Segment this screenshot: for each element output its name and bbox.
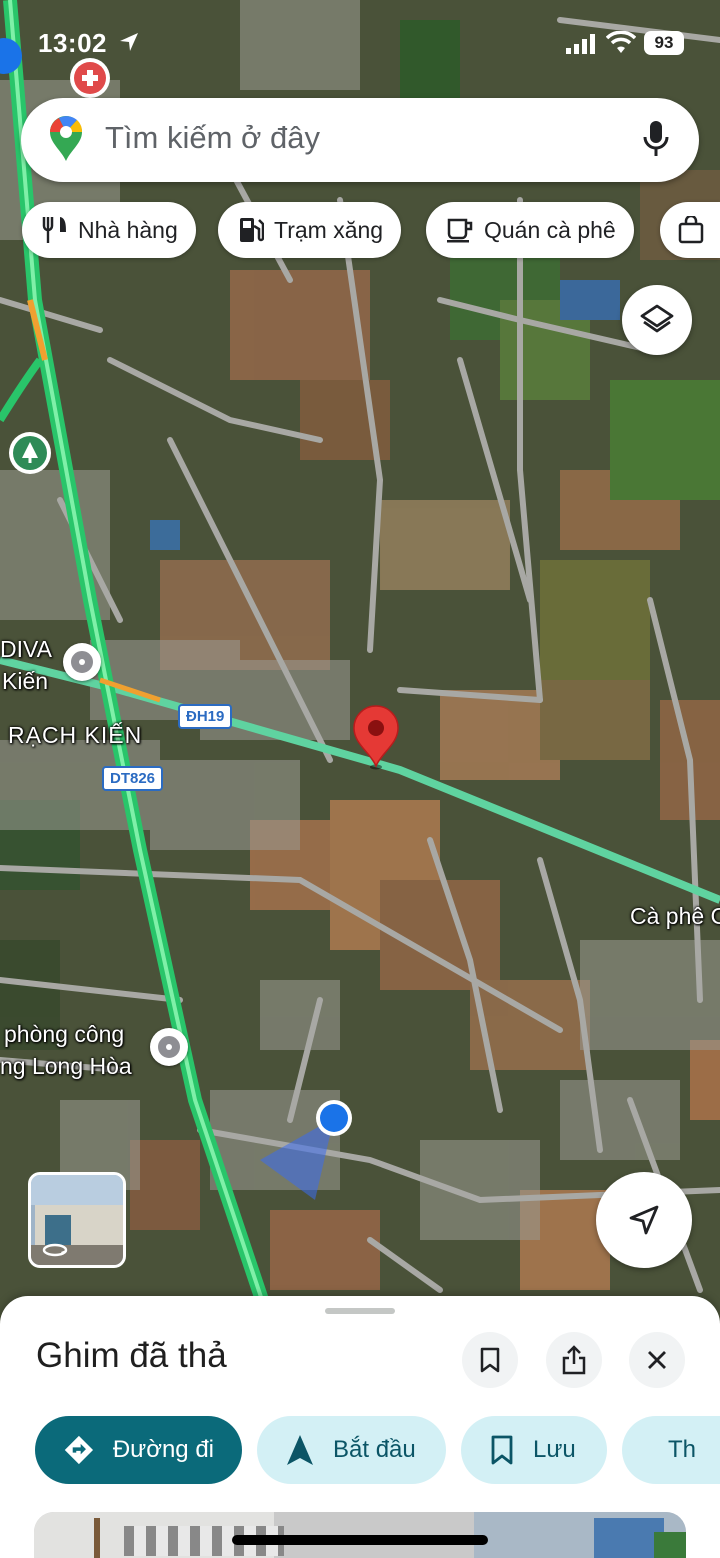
map-label-kien[interactable]: Kiến [2,668,48,695]
search-bar[interactable]: Tìm kiếm ở đây [21,98,699,182]
more-action-label: Th [668,1436,697,1463]
close-button[interactable] [629,1332,685,1388]
directions-label: Đường đi [112,1436,214,1463]
bookmark-icon [480,1347,500,1373]
close-icon [648,1351,666,1369]
more-action-button[interactable]: Th [622,1416,720,1484]
microphone-icon[interactable] [643,120,669,158]
location-arrow-icon [120,33,138,51]
navigation-arrow-icon [287,1435,313,1465]
bookmark-icon [491,1435,513,1465]
status-time: 13:02 [38,28,107,58]
chip-gas-stations[interactable]: Trạm xăng [218,202,402,258]
map-label-long-hoa[interactable]: ng Long Hòa [0,1053,132,1080]
navigation-arrow-icon [629,1205,659,1235]
chip-label: Nhà hàng [78,216,178,243]
home-indicator[interactable] [232,1535,488,1545]
start-button[interactable]: Bắt đầu [257,1416,446,1484]
map-label-rach-kien[interactable]: RẠCH KIẾN [8,722,142,749]
chip-shopping[interactable] [660,202,720,258]
cellular-signal-icon [566,34,595,54]
battery-indicator: 93 [644,31,684,55]
chip-label: Trạm xăng [274,216,384,243]
layers-icon [640,304,674,333]
place-bottom-sheet[interactable]: Ghim đã thả Đường đi Bắt đầu Lưu Th [0,1296,720,1558]
map-label-ca-phe[interactable]: Cà phê C [630,903,720,930]
search-input[interactable]: Tìm kiếm ở đây [105,120,320,156]
start-label: Bắt đầu [333,1436,416,1463]
save-button[interactable] [462,1332,518,1388]
share-icon [562,1345,586,1375]
road-shield-dh19: ĐH19 [178,704,233,729]
map-label-diva[interactable]: DIVA [0,636,52,663]
road-shield-dt826: DT826 [102,766,164,791]
park-poi-icon [9,432,51,474]
save-label: Lưu [533,1436,576,1463]
place-poi-icon[interactable] [150,1028,188,1066]
street-view-rotate-icon [42,1243,68,1257]
chip-label: Quán cà phê [484,216,616,243]
google-maps-logo-icon [50,116,83,161]
place-title: Ghim đã thả [36,1336,227,1375]
place-poi-icon[interactable] [63,643,101,681]
save-list-button[interactable]: Lưu [461,1416,607,1484]
directions-icon [64,1435,94,1465]
lock-icon [0,38,22,74]
chip-coffee-shops[interactable]: Quán cà phê [426,202,634,258]
map-layers-button[interactable] [622,285,692,355]
status-bar: 13:02 93 [0,0,720,88]
sheet-drag-handle[interactable] [325,1308,395,1314]
my-location-button[interactable] [596,1172,692,1268]
gas-station-icon [240,218,264,242]
street-view-thumbnail[interactable] [28,1172,126,1268]
wifi-icon [606,31,636,53]
chip-restaurants[interactable]: Nhà hàng [22,202,196,258]
coffee-cup-icon [447,218,473,243]
map-label-phong-cong[interactable]: phòng công [4,1021,124,1048]
directions-button[interactable]: Đường đi [35,1416,242,1484]
shopping-bag-icon [678,216,704,244]
share-button[interactable] [546,1332,602,1388]
fork-knife-icon [42,217,66,243]
